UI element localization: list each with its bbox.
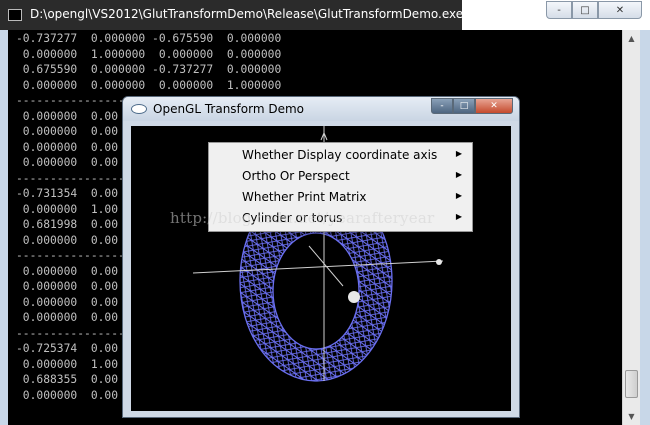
- submenu-arrow-icon: ▶: [455, 149, 462, 158]
- menu-item-print-matrix[interactable]: Whether Print Matrix ▶: [211, 187, 470, 208]
- console-minimize-button[interactable]: -: [546, 1, 572, 19]
- opengl-window-controls: - □ ✕: [431, 98, 513, 114]
- console-title: D:\opengl\VS2012\GlutTransformDemo\Relea…: [30, 7, 464, 21]
- menu-item-display-axis[interactable]: Whether Display coordinate axis ▶: [211, 145, 470, 166]
- console-scrollbar[interactable]: ▲ ▼: [622, 30, 640, 425]
- opengl-titlebar[interactable]: OpenGL Transform Demo - □ ✕: [123, 97, 519, 121]
- opengl-window-title: OpenGL Transform Demo: [153, 102, 305, 116]
- submenu-arrow-icon: ▶: [455, 212, 462, 221]
- light-sphere: [348, 291, 360, 303]
- opengl-app-icon: [131, 104, 147, 114]
- opengl-close-button[interactable]: ✕: [475, 98, 513, 114]
- scrollbar-thumb[interactable]: [625, 370, 638, 398]
- console-window-frame: [640, 30, 650, 425]
- menu-item-ortho-perspect[interactable]: Ortho Or Perspect ▶: [211, 166, 470, 187]
- submenu-arrow-icon: ▶: [455, 191, 462, 200]
- console-maximize-button[interactable]: □: [572, 1, 598, 19]
- console-app-icon: [8, 9, 22, 21]
- opengl-minimize-button[interactable]: -: [431, 98, 453, 114]
- axis-end-marker: [436, 259, 442, 265]
- opengl-maximize-button[interactable]: □: [453, 98, 475, 114]
- scroll-up-icon[interactable]: ▲: [623, 30, 640, 47]
- console-close-button[interactable]: ✕: [598, 1, 642, 19]
- scroll-down-icon[interactable]: ▼: [623, 408, 640, 425]
- watermark-text: http://blog.csdn.net/yearafteryear: [170, 209, 435, 227]
- console-window-controls: - □ ✕: [546, 1, 642, 21]
- console-titlebar[interactable]: D:\opengl\VS2012\GlutTransformDemo\Relea…: [0, 0, 650, 30]
- submenu-arrow-icon: ▶: [455, 170, 462, 179]
